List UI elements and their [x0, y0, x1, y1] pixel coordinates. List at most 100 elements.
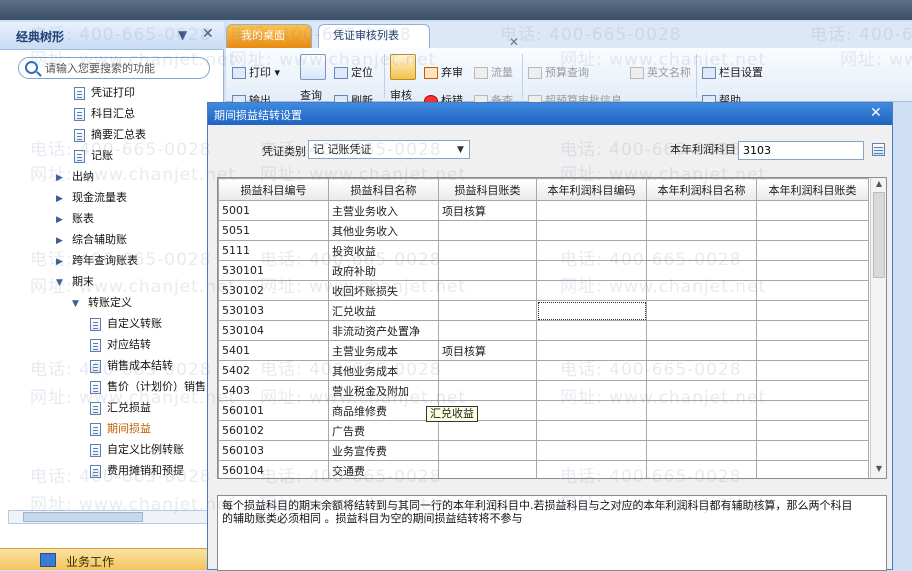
tree-leaf-item[interactable]: 销售成本结转	[90, 356, 173, 376]
table-cell[interactable]: 560101	[218, 400, 329, 421]
table-cell[interactable]	[646, 340, 757, 361]
column-header[interactable]: 本年利润科目编码	[536, 178, 647, 201]
table-cell[interactable]	[756, 400, 869, 421]
table-cell[interactable]: 主营业务成本	[328, 340, 439, 361]
table-cell[interactable]: 交通费	[328, 460, 439, 478]
table-cell[interactable]: 530104	[218, 320, 329, 341]
tree-leaf-item[interactable]: 期间损益	[90, 419, 151, 439]
table-cell[interactable]	[646, 440, 757, 461]
discard-review-button[interactable]: 弃审	[424, 64, 463, 80]
tree-leaf-item[interactable]: 科目汇总	[74, 104, 135, 124]
table-cell[interactable]: 商品维修费	[328, 400, 439, 421]
review-button[interactable]: 审核	[390, 87, 412, 103]
query-button[interactable]: 查询	[300, 87, 322, 103]
table-cell[interactable]: 非流动资产处置净	[328, 320, 439, 341]
table-cell[interactable]	[646, 360, 757, 381]
table-cell[interactable]	[756, 340, 869, 361]
tree-leaf-item[interactable]: 自定义转账	[90, 314, 162, 334]
table-cell[interactable]	[536, 380, 647, 401]
table-cell[interactable]	[536, 460, 647, 478]
table-cell[interactable]	[646, 380, 757, 401]
tree-leaf-item[interactable]: 对应结转	[90, 335, 151, 355]
column-header[interactable]: 损益科目编号	[218, 178, 329, 201]
table-cell[interactable]: 560103	[218, 440, 329, 461]
table-cell[interactable]: 汇兑收益	[328, 300, 439, 321]
table-cell[interactable]	[756, 280, 869, 301]
locate-button[interactable]: 定位	[334, 64, 373, 80]
voucher-type-select[interactable]: 记 记账凭证 ▼	[308, 140, 470, 159]
profit-account-input[interactable]	[738, 141, 864, 160]
table-cell[interactable]	[756, 220, 869, 241]
table-cell[interactable]	[646, 220, 757, 241]
function-search-input[interactable]	[43, 60, 203, 76]
column-header[interactable]: 本年利润科目账类	[756, 178, 869, 201]
table-cell[interactable]	[756, 300, 869, 321]
table-cell[interactable]	[756, 460, 869, 478]
table-cell[interactable]	[756, 420, 869, 441]
table-cell[interactable]: 营业税金及附加	[328, 380, 439, 401]
tree-leaf-item[interactable]: 费用摊销和预提	[90, 461, 184, 481]
business-work-bar[interactable]: 业务工作	[0, 548, 224, 570]
tree-leaf-item[interactable]: 自定义比例转账	[90, 440, 184, 460]
table-cell[interactable]	[756, 320, 869, 341]
table-cell[interactable]: 5111	[218, 240, 329, 261]
table-cell[interactable]: 5402	[218, 360, 329, 381]
table-cell[interactable]	[646, 300, 757, 321]
table-cell[interactable]: 560104	[218, 460, 329, 478]
print-button[interactable]: 打印 ▾	[232, 64, 280, 80]
table-cell[interactable]: 530102	[218, 280, 329, 301]
chevron-down-icon[interactable]: ▼	[457, 142, 464, 159]
table-cell[interactable]	[646, 460, 757, 478]
table-cell[interactable]	[536, 280, 647, 301]
tree-leaf-item[interactable]: 摘要汇总表	[74, 125, 146, 145]
table-cell[interactable]: 收回坏账损失	[328, 280, 439, 301]
cash-flow-button[interactable]: 流量	[474, 64, 513, 80]
scroll-down-icon[interactable]: ▼	[871, 464, 886, 476]
table-cell[interactable]	[756, 260, 869, 281]
english-name-button[interactable]: 英文名称	[630, 64, 691, 80]
table-cell[interactable]	[438, 420, 537, 441]
tree-folder-item[interactable]: ▶ 跨年查询账表	[56, 251, 138, 271]
table-cell[interactable]	[438, 320, 537, 341]
table-cell[interactable]: 5403	[218, 380, 329, 401]
table-cell[interactable]	[756, 360, 869, 381]
table-cell[interactable]: 5401	[218, 340, 329, 361]
tree-leaf-item[interactable]: 记账	[74, 146, 113, 166]
table-cell[interactable]	[756, 440, 869, 461]
table-cell[interactable]: 广告费	[328, 420, 439, 441]
table-cell[interactable]	[646, 200, 757, 221]
table-cell[interactable]	[646, 280, 757, 301]
column-header[interactable]: 本年利润科目名称	[646, 178, 757, 201]
tree-folder-item[interactable]: ▼ 期末	[56, 272, 94, 292]
table-cell[interactable]	[438, 260, 537, 281]
tree-folder-item[interactable]: ▼ 转账定义	[72, 293, 132, 313]
table-cell[interactable]	[536, 420, 647, 441]
dialog-close-icon[interactable]: ✕	[870, 105, 882, 121]
tree-folder-item[interactable]: ▶ 综合辅助账	[56, 230, 127, 250]
query-icon[interactable]	[300, 54, 326, 80]
table-cell[interactable]	[536, 340, 647, 361]
budget-query-button[interactable]: 预算查询	[528, 64, 589, 80]
table-cell[interactable]: 530101	[218, 260, 329, 281]
grid-vertical-scrollbar[interactable]: ▲ ▼	[870, 178, 886, 478]
table-cell[interactable]: 项目核算	[438, 340, 537, 361]
tree-leaf-item[interactable]: 凭证打印	[74, 83, 135, 103]
table-cell[interactable]	[536, 220, 647, 241]
review-icon[interactable]	[390, 54, 416, 80]
table-cell[interactable]: 560102	[218, 420, 329, 441]
pin-icon[interactable]: ▼	[178, 28, 187, 42]
table-cell[interactable]	[438, 440, 537, 461]
table-cell[interactable]	[536, 300, 647, 321]
table-cell[interactable]	[536, 360, 647, 381]
column-header[interactable]: 损益科目账类	[438, 178, 537, 201]
table-cell[interactable]	[536, 260, 647, 281]
function-search-box[interactable]	[18, 57, 210, 79]
table-cell[interactable]	[438, 300, 537, 321]
table-cell[interactable]: 其他业务收入	[328, 220, 439, 241]
tree-leaf-item[interactable]: 售价（计划价）销售	[90, 377, 206, 397]
table-cell[interactable]	[756, 380, 869, 401]
table-cell[interactable]	[438, 360, 537, 381]
table-cell[interactable]	[438, 460, 537, 478]
table-cell[interactable]	[536, 240, 647, 261]
table-cell[interactable]: 5001	[218, 200, 329, 221]
